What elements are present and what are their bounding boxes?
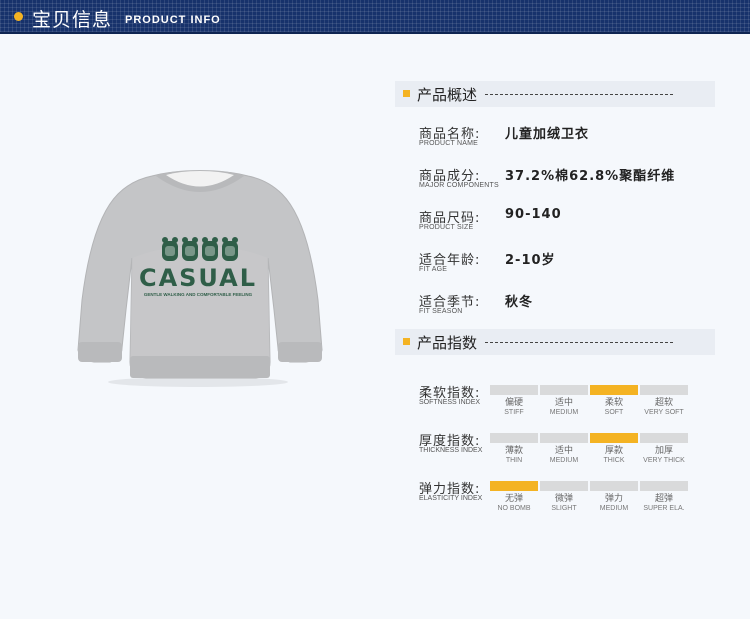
index-row-elasticity: 弹力指数: ELASTICITY INDEX 无弹 NO BOMB 微弹 SLIGH…	[419, 478, 719, 518]
index-label-en: SOFTNESS INDEX	[419, 399, 481, 406]
level-label-en: THICK	[603, 457, 625, 464]
index-scale: 薄款 THIN 适中 MEDIUM 厚款 THICK 加厚 VERY THICK	[490, 433, 688, 469]
level-bar	[490, 385, 538, 395]
index-level: 无弹 NO BOMB	[490, 481, 538, 517]
level-label: 适中	[554, 446, 573, 456]
spec-label-en: PRODUCT NAME	[419, 140, 479, 147]
index-level: 超弹 SUPER ELA.	[640, 481, 688, 517]
level-label-en: SUPER ELA.	[643, 505, 685, 512]
index-level: 适中 MEDIUM	[540, 385, 588, 421]
level-label: 适中	[554, 398, 573, 408]
spec-value: 儿童加绒卫衣	[505, 127, 590, 142]
index-level: 加厚 VERY THICK	[640, 433, 688, 469]
bullet-dot-icon	[14, 12, 23, 21]
section-title-overview: 产品概述	[417, 86, 478, 104]
dashed-divider	[485, 342, 673, 343]
spec-row-fit-age: 适合年龄: FIT AGE 2-10岁	[419, 249, 719, 279]
level-label: 加厚	[654, 446, 673, 456]
index-level: 厚款 THICK	[590, 433, 638, 469]
spec-row-size: 商品尺码: PRODUCT SIZE 90-140	[419, 207, 719, 237]
print-text: CASUAL	[139, 264, 257, 292]
sweatshirt-image: CASUAL GENTLE WALKING AND COMFORTABLE FE…	[77, 170, 323, 387]
dashed-divider	[485, 94, 673, 95]
bullet-square-icon	[403, 338, 410, 345]
level-label: 柔软	[604, 398, 623, 408]
bullet-square-icon	[403, 90, 410, 97]
index-level: 超软 VERY SOFT	[640, 385, 688, 421]
level-label: 无弹	[504, 494, 523, 504]
index-label-en: THICKNESS INDEX	[419, 447, 483, 454]
spec-label-en: FIT SEASON	[419, 308, 463, 315]
index-row-thickness: 厚度指数: THICKNESS INDEX 薄款 THIN 适中 MEDIUM 厚款…	[419, 430, 719, 470]
level-label: 薄款	[504, 446, 523, 456]
level-bar	[490, 481, 538, 491]
header-subtitle: PRODUCT INFO	[125, 14, 221, 26]
level-bar	[640, 433, 688, 443]
level-bar	[540, 385, 588, 395]
level-bar	[590, 481, 638, 491]
section-header-overview: 产品概述	[395, 81, 715, 107]
index-row-softness: 柔软指数: SOFTNESS INDEX 偏硬 STIFF 适中 MEDIUM 柔软…	[419, 382, 719, 422]
index-level: 薄款 THIN	[490, 433, 538, 469]
level-label-en: MEDIUM	[599, 505, 629, 512]
index-scale: 偏硬 STIFF 适中 MEDIUM 柔软 SOFT 超软 VERY SOFT	[490, 385, 688, 421]
level-label: 厚款	[604, 446, 623, 456]
index-level: 微弹 SLIGHT	[540, 481, 588, 517]
index-level: 适中 MEDIUM	[540, 433, 588, 469]
level-label-en: SLIGHT	[551, 505, 577, 512]
product-photo: CASUAL GENTLE WALKING AND COMFORTABLE FE…	[70, 150, 330, 390]
level-label-en: MEDIUM	[549, 457, 579, 464]
level-bar	[640, 385, 688, 395]
spec-value: 秋冬	[505, 295, 534, 310]
index-level: 柔软 SOFT	[590, 385, 638, 421]
spec-row-components: 商品成分: MAJOR COMPONENTS 37.2%棉62.8%聚酯纤维	[419, 165, 719, 195]
level-label: 微弹	[554, 494, 573, 504]
level-label-en: VERY THICK	[643, 457, 685, 464]
level-label: 偏硬	[504, 398, 523, 408]
level-label-en: STIFF	[504, 409, 524, 416]
spec-value: 37.2%棉62.8%聚酯纤维	[505, 169, 676, 184]
level-label-en: MEDIUM	[549, 409, 579, 416]
level-bar	[540, 433, 588, 443]
level-bar	[640, 481, 688, 491]
print-small-text: GENTLE WALKING AND COMFORTABLE FEELING	[144, 292, 253, 297]
section-title-index: 产品指数	[417, 334, 478, 352]
level-label-en: SOFT	[604, 409, 624, 416]
level-label-en: VERY SOFT	[644, 409, 684, 416]
level-label: 弹力	[604, 494, 623, 504]
spec-row-fit-season: 适合季节: FIT SEASON 秋冬	[419, 291, 719, 321]
header-title: 宝贝信息	[32, 9, 113, 31]
index-level: 弹力 MEDIUM	[590, 481, 638, 517]
level-label-en: NO BOMB	[497, 505, 531, 512]
spec-row-product-name: 商品名称: PRODUCT NAME 儿童加绒卫衣	[419, 123, 719, 153]
level-label-en: THIN	[505, 457, 523, 464]
level-label: 超软	[654, 398, 673, 408]
index-label-en: ELASTICITY INDEX	[419, 495, 483, 502]
index-scale: 无弹 NO BOMB 微弹 SLIGHT 弹力 MEDIUM 超弹 SUPER ELA.	[490, 481, 688, 517]
level-bar	[590, 433, 638, 443]
spec-label-en: PRODUCT SIZE	[419, 224, 474, 231]
spec-label-en: MAJOR COMPONENTS	[419, 182, 499, 189]
level-bar	[540, 481, 588, 491]
level-bar	[590, 385, 638, 395]
spec-value: 2-10岁	[505, 253, 556, 268]
spec-label-en: FIT AGE	[419, 266, 448, 273]
section-header-index: 产品指数	[395, 329, 715, 355]
section-header-product-info: 宝贝信息 PRODUCT INFO	[0, 0, 750, 34]
level-bar	[490, 433, 538, 443]
level-label: 超弹	[654, 494, 673, 504]
index-level: 偏硬 STIFF	[490, 385, 538, 421]
spec-value: 90-140	[505, 207, 562, 222]
